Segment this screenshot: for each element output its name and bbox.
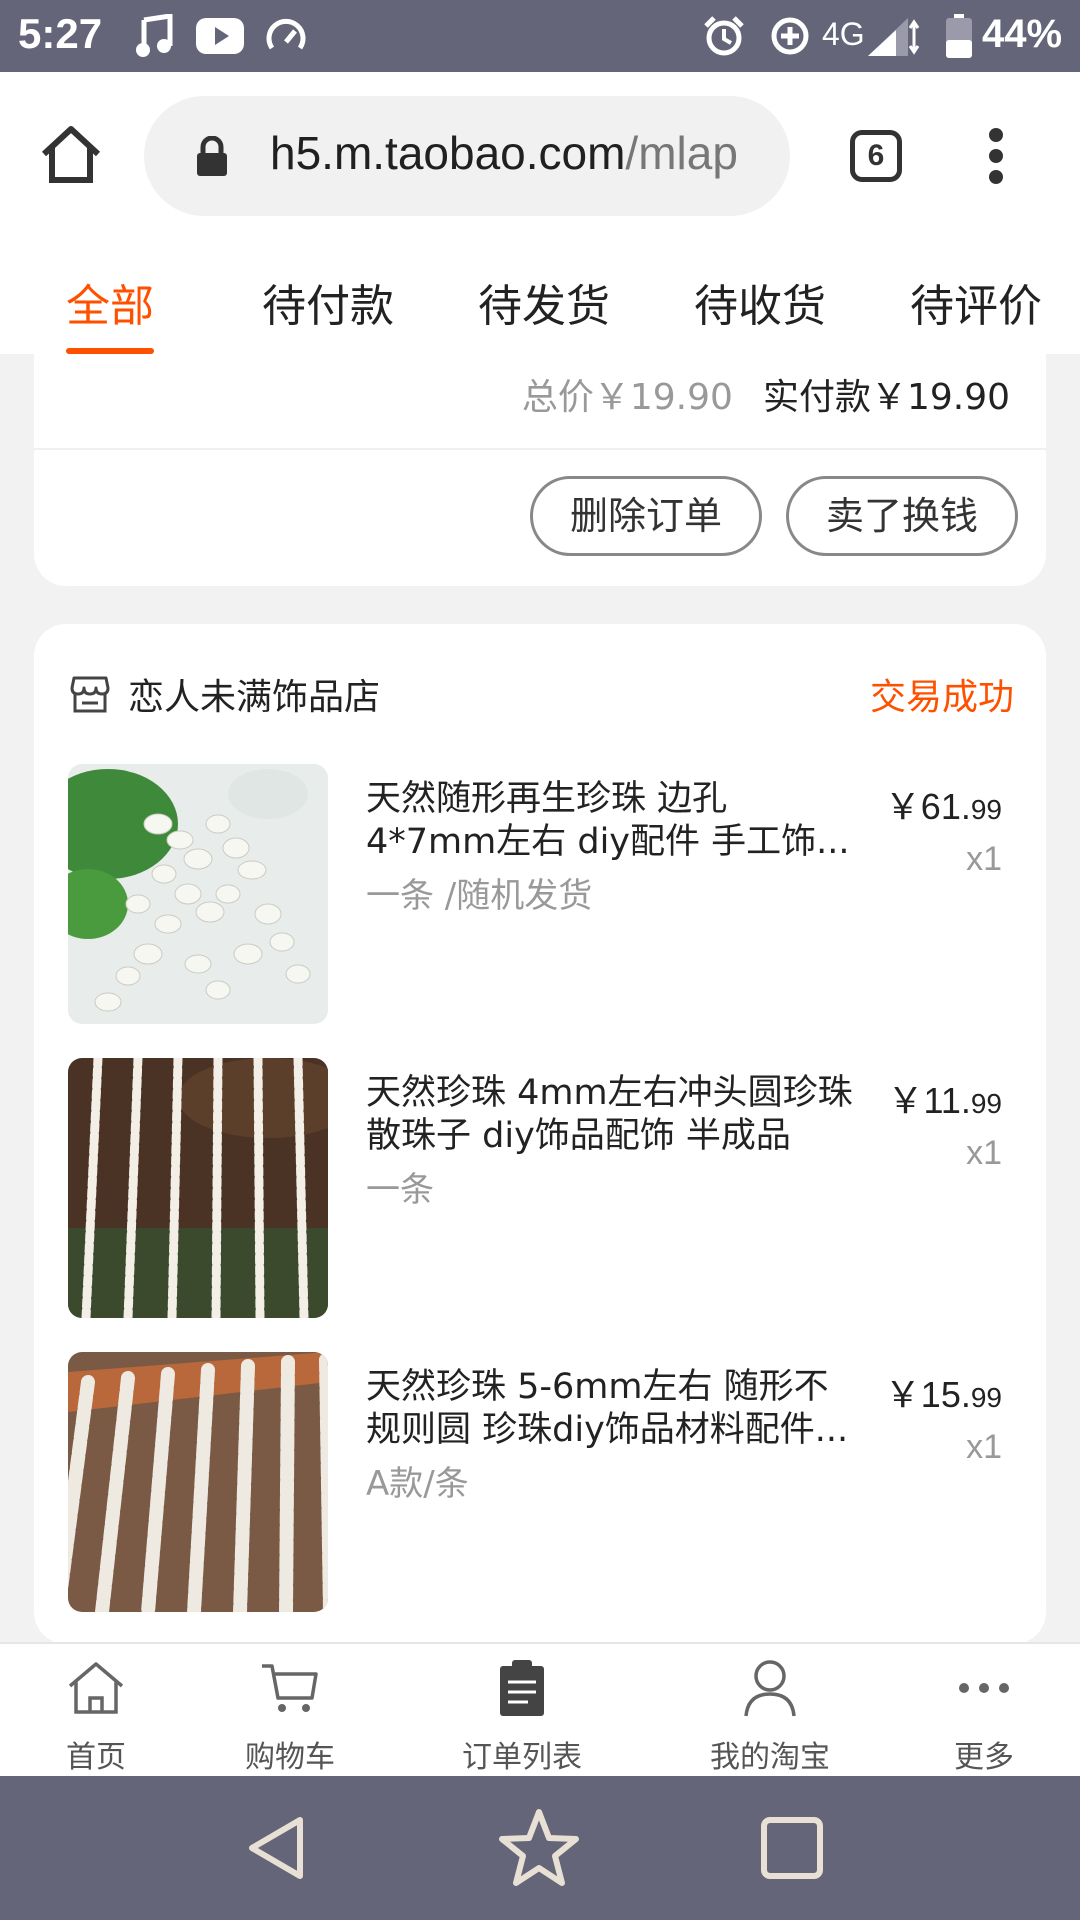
- product-title: 天然珍珠 5-6mm左右 随形不规则圆 珍珠diy饰品材料配件...: [366, 1367, 849, 1450]
- nav-home[interactable]: 首页: [6, 1644, 186, 1778]
- tab-switcher-button[interactable]: 6: [850, 130, 902, 182]
- speedometer-icon: [266, 16, 306, 60]
- order-item[interactable]: 天然珍珠 5-6mm左右 随形不规则圆 珍珠diy饰品材料配件... A款/条 …: [68, 1352, 1014, 1612]
- alarm-icon: [702, 14, 746, 62]
- order-item[interactable]: 天然珍珠 4mm左右冲头圆珍珠 散珠子 diy饰品配饰 半成品材... 一条 ￥…: [68, 1058, 1014, 1318]
- signal-icon: [868, 18, 920, 60]
- status-bar: 5:27 4G 44%: [0, 0, 1080, 72]
- price-main: ￥61.: [884, 786, 971, 827]
- order-totals: 总价￥19.90 实付款￥19.90: [522, 368, 1010, 420]
- nav-more[interactable]: 更多: [894, 1644, 1074, 1778]
- total-price: 总价￥19.90: [521, 377, 733, 418]
- order-card: 恋人未满饰品店 交易成功 天然随形再生珍珠 边孔 4*7mm左右 diy配件 手…: [34, 624, 1046, 1644]
- url-path: /mlap: [625, 127, 738, 179]
- product-image: [68, 1058, 328, 1318]
- url-text: h5.m.taobao.com/mlap: [270, 126, 770, 180]
- cart-icon: [200, 1656, 380, 1726]
- product-sku: A款/条: [366, 1464, 469, 1504]
- nav-orders-label: 订单列表: [462, 1740, 582, 1775]
- price-main: ￥15.: [884, 1374, 971, 1415]
- tab-pending-shipment[interactable]: 待发货: [478, 270, 610, 334]
- order-status: 交易成功: [869, 677, 1014, 718]
- battery-percent: 44%: [982, 12, 1063, 56]
- network-type: 4G: [822, 16, 865, 52]
- paid-amount: 实付款￥19.90: [762, 377, 1010, 418]
- product-quantity: x1: [966, 1428, 1002, 1466]
- nav-my-taobao[interactable]: 我的淘宝: [680, 1644, 860, 1778]
- bookmark-star-icon[interactable]: [498, 1808, 580, 1892]
- product-price: ￥11.99: [887, 1072, 1002, 1124]
- more-dots-icon: [894, 1656, 1074, 1726]
- product-price: ￥61.99: [885, 778, 1002, 830]
- user-icon: [680, 1656, 860, 1726]
- bottom-nav: 首页 购物车 订单列表 我的淘宝 更多: [0, 1642, 1080, 1778]
- product-sku: 一条: [366, 1170, 434, 1210]
- order-tabs: 全部 待付款 待发货 待收货 待评价: [0, 240, 1080, 354]
- product-title: 天然珍珠 4mm左右冲头圆珍珠 散珠子 diy饰品配饰 半成品材...: [366, 1073, 853, 1156]
- data-saver-icon: [768, 14, 812, 62]
- music-icon: [134, 13, 174, 62]
- resell-button[interactable]: 卖了换钱: [786, 476, 1018, 556]
- home-icon[interactable]: [38, 122, 104, 188]
- youtube-icon: [196, 18, 244, 58]
- lock-icon: [196, 135, 228, 180]
- battery-icon: [946, 14, 972, 62]
- product-quantity: x1: [966, 1134, 1002, 1172]
- status-time: 5:27: [18, 10, 103, 57]
- recents-square-icon[interactable]: [760, 1816, 824, 1884]
- system-nav-bar: [0, 1776, 1080, 1920]
- price-decimal: 99: [970, 1088, 1002, 1119]
- more-menu-icon[interactable]: [986, 128, 1006, 188]
- back-icon[interactable]: [244, 1814, 308, 1886]
- delete-order-button[interactable]: 删除订单: [530, 476, 762, 556]
- tab-pending-review[interactable]: 待评价: [910, 270, 1042, 334]
- browser-toolbar: h5.m.taobao.com/mlap 6: [0, 72, 1080, 242]
- price-main: ￥11.: [887, 1080, 971, 1121]
- clipboard-icon: [432, 1656, 612, 1726]
- product-image: [68, 1352, 328, 1612]
- tab-all-label: 全部: [66, 281, 154, 332]
- product-price: ￥15.99: [885, 1366, 1002, 1418]
- tab-all[interactable]: 全部: [66, 270, 154, 354]
- url-host: h5.m.taobao.com: [270, 127, 626, 179]
- home-icon: [6, 1656, 186, 1726]
- nav-home-label: 首页: [66, 1740, 126, 1775]
- shop-name[interactable]: 恋人未满饰品店: [128, 668, 380, 720]
- tab-pending-payment[interactable]: 待付款: [262, 270, 394, 334]
- order-item[interactable]: 天然随形再生珍珠 边孔 4*7mm左右 diy配件 手工饰... 一条 /随机发…: [68, 764, 1014, 1024]
- address-bar[interactable]: h5.m.taobao.com/mlap: [144, 96, 790, 216]
- nav-more-label: 更多: [954, 1740, 1014, 1775]
- product-quantity: x1: [966, 840, 1002, 878]
- product-title: 天然随形再生珍珠 边孔 4*7mm左右 diy配件 手工饰...: [366, 779, 850, 862]
- price-decimal: 99: [970, 794, 1002, 825]
- divider: [34, 448, 1046, 450]
- nav-cart[interactable]: 购物车: [200, 1644, 380, 1778]
- nav-cart-label: 购物车: [245, 1740, 335, 1775]
- nav-my-taobao-label: 我的淘宝: [710, 1740, 830, 1775]
- price-decimal: 99: [970, 1382, 1002, 1413]
- previous-order-card: 总价￥19.90 实付款￥19.90 删除订单 卖了换钱: [34, 354, 1046, 586]
- product-sku: 一条 /随机发货: [366, 876, 593, 916]
- nav-orders[interactable]: 订单列表: [432, 1644, 612, 1778]
- shop-icon: [70, 676, 110, 718]
- tab-pending-receipt[interactable]: 待收货: [694, 270, 826, 334]
- product-image: [68, 764, 328, 1024]
